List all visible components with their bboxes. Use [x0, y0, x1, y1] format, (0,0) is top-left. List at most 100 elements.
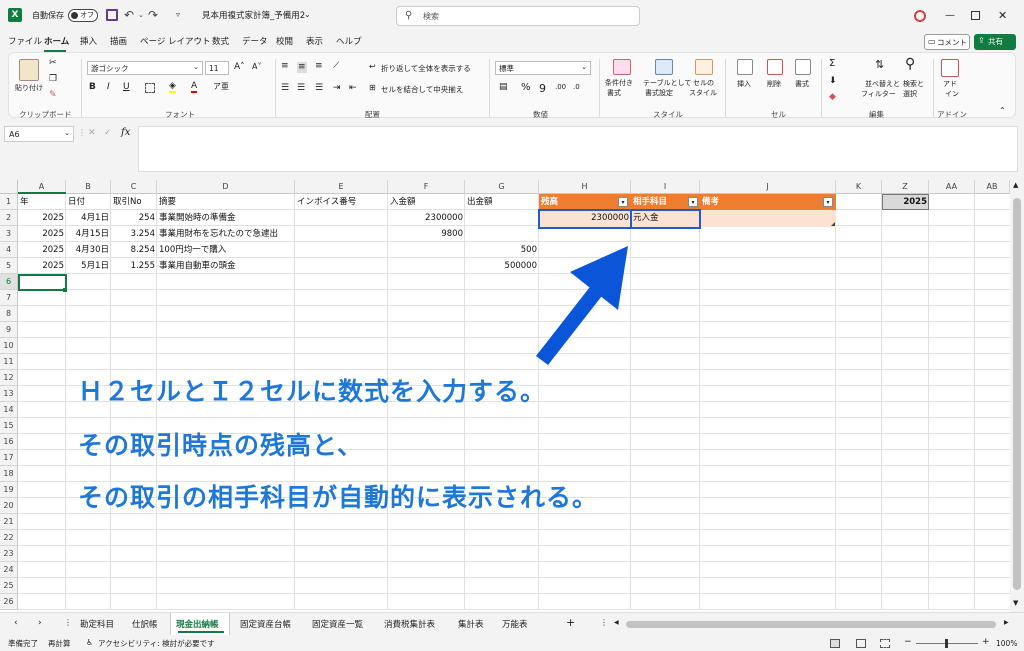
menu-data[interactable]: データ	[242, 38, 268, 47]
conditional-format-label-2[interactable]: 書式	[607, 90, 621, 97]
tab-scroll-right-icon[interactable]: ›	[38, 619, 42, 628]
cut-icon[interactable]: ✂	[49, 59, 57, 68]
comment-button[interactable]: ▭ コメント	[924, 34, 970, 50]
addins-icon[interactable]	[941, 59, 959, 77]
collapse-ribbon-icon[interactable]: ⌃	[999, 107, 1006, 115]
column-header-j[interactable]: J	[700, 180, 836, 194]
column-header-d[interactable]: D	[157, 180, 295, 194]
cell-a5[interactable]: 2025	[18, 258, 66, 274]
tab-summary[interactable]: 集計表	[458, 618, 484, 630]
insert-cells-label[interactable]: 挿入	[737, 81, 751, 88]
row-header[interactable]: 2	[0, 210, 18, 226]
column-header-ab[interactable]: AB	[975, 180, 1010, 194]
column-header-b[interactable]: B	[66, 180, 111, 194]
italic-icon[interactable]: I	[107, 83, 110, 92]
row-header[interactable]: 21	[0, 514, 18, 530]
addins-label-1[interactable]: アド	[943, 81, 957, 88]
h-scroll-right-icon[interactable]: ▶	[1004, 620, 1009, 626]
underline-icon[interactable]: U	[123, 83, 130, 92]
cell-c5[interactable]: 1.255	[111, 258, 157, 274]
sort-filter-label-1[interactable]: 並べ替えと	[865, 81, 900, 88]
normal-view-icon[interactable]	[830, 639, 840, 648]
undo-dropdown-icon[interactable]: ⌄	[138, 12, 144, 19]
tab-journal[interactable]: 仕訳帳	[132, 618, 158, 630]
column-header-aa[interactable]: AA	[929, 180, 975, 194]
zoom-slider-thumb[interactable]	[945, 639, 948, 648]
insert-cells-icon[interactable]	[737, 59, 753, 75]
row-header[interactable]: 17	[0, 450, 18, 466]
row-header[interactable]: 16	[0, 434, 18, 450]
fill-handle[interactable]	[63, 288, 67, 292]
column-header-h[interactable]: H	[539, 180, 631, 194]
close-icon[interactable]: ✕	[998, 10, 1007, 21]
row-header[interactable]: 4	[0, 242, 18, 258]
header-notes[interactable]: 備考	[700, 194, 721, 210]
vertical-scrollbar[interactable]: ▲ ▼	[1010, 180, 1024, 612]
horizontal-scroll-thumb[interactable]	[626, 621, 996, 628]
cell-d2[interactable]: 事業開始時の準備金	[157, 210, 238, 226]
add-sheet-icon[interactable]: +	[566, 617, 575, 628]
confirm-entry-icon[interactable]: ✓	[104, 129, 112, 138]
menu-home[interactable]: ホーム	[44, 38, 69, 47]
autosum-icon[interactable]: Σ	[829, 59, 835, 69]
undo-icon[interactable]: ↶	[124, 9, 134, 21]
header-balance[interactable]: 残高	[539, 194, 560, 210]
header-year[interactable]: 年	[18, 194, 31, 210]
fill-icon[interactable]: ⬇	[829, 77, 837, 86]
select-all-corner[interactable]	[0, 180, 18, 194]
cell-a2[interactable]: 2025	[18, 210, 66, 226]
column-header-g[interactable]: G	[465, 180, 539, 194]
filter-dropdown-icon[interactable]: ▾	[688, 197, 698, 207]
zoom-out-icon[interactable]: −	[904, 638, 912, 647]
cell-d3[interactable]: 事業用財布を忘れたので急遽出	[157, 226, 280, 242]
cell-f5[interactable]	[388, 258, 465, 274]
menu-review[interactable]: 校閲	[276, 38, 293, 47]
align-center-icon[interactable]: ☰	[297, 84, 305, 93]
header-invoice-no[interactable]: インボイス番号	[295, 194, 358, 210]
row-header[interactable]: 24	[0, 562, 18, 578]
currency-icon[interactable]: ▤	[499, 83, 508, 92]
find-select-label-1[interactable]: 検索と	[903, 81, 924, 88]
row-header[interactable]: 25	[0, 578, 18, 594]
font-size-select[interactable]: 11	[205, 61, 229, 75]
grow-font-icon[interactable]: A˄	[234, 63, 245, 72]
cell-styles-label-2[interactable]: スタイル	[689, 90, 717, 97]
row-header[interactable]: 23	[0, 546, 18, 562]
tab-fixed-asset-list[interactable]: 固定資産一覧	[312, 618, 363, 630]
cell-f2[interactable]: 2300000	[388, 210, 465, 226]
copilot-icon[interactable]	[914, 10, 926, 22]
row-header[interactable]: 8	[0, 306, 18, 322]
page-break-view-icon[interactable]	[880, 639, 890, 648]
title-dropdown-icon[interactable]: ⌄	[304, 11, 311, 19]
copy-icon[interactable]: ❐	[49, 75, 57, 84]
column-header-i[interactable]: I	[631, 180, 700, 194]
align-bottom-icon[interactable]: ≡	[315, 62, 323, 71]
delete-cells-icon[interactable]	[767, 59, 783, 75]
header-withdrawal[interactable]: 出金額	[465, 194, 495, 210]
format-cells-label[interactable]: 書式	[795, 81, 809, 88]
cell-a3[interactable]: 2025	[18, 226, 66, 242]
cell-f4[interactable]	[388, 242, 465, 258]
menu-view[interactable]: 表示	[306, 38, 323, 47]
z1-year-cell[interactable]: 2025	[882, 194, 929, 210]
h-scroll-left-icon[interactable]: ◀	[614, 620, 619, 626]
row-header[interactable]: 6	[0, 274, 18, 290]
column-header-z[interactable]: Z	[882, 180, 929, 194]
header-transaction-no[interactable]: 取引No	[111, 194, 144, 210]
worksheet-grid[interactable]: A B C D E F G H I J K Z AA AB 1234567891…	[0, 180, 1010, 612]
search-box[interactable]: ⚲ 検索	[396, 6, 640, 26]
format-cells-icon[interactable]	[795, 59, 811, 75]
conditional-format-label-1[interactable]: 条件付き	[605, 80, 633, 87]
cell-d4[interactable]: 100円均一で購入	[157, 242, 228, 258]
row-header[interactable]: 20	[0, 498, 18, 514]
row-header[interactable]: 22	[0, 530, 18, 546]
paste-icon[interactable]	[19, 59, 39, 81]
column-header-f[interactable]: F	[388, 180, 465, 194]
row-header[interactable]: 15	[0, 418, 18, 434]
format-as-table-label-1[interactable]: テーブルとして	[643, 80, 691, 87]
cell-a4[interactable]: 2025	[18, 242, 66, 258]
border-icon[interactable]	[145, 83, 155, 93]
maximize-icon[interactable]	[971, 11, 980, 20]
indent-icon[interactable]: ⇥	[333, 84, 341, 93]
row-header[interactable]: 1	[0, 194, 18, 210]
